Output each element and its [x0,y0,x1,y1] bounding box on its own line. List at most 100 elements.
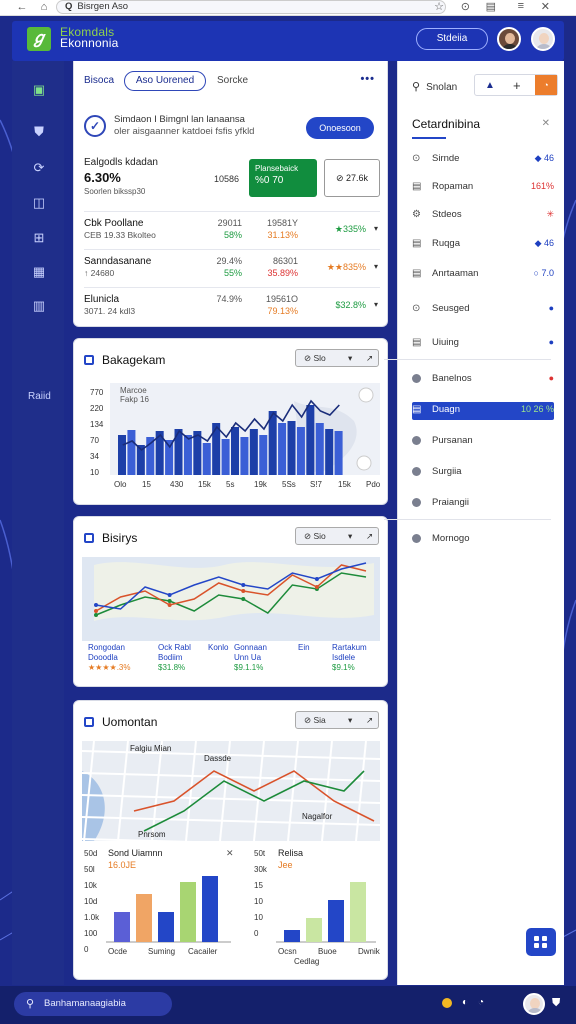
triangle-icon[interactable]: ▲ [485,80,495,91]
map-line-chart[interactable] [74,555,387,641]
city-map[interactable]: Falgiu Mian Dassde Nagalfor Pnrsom [74,741,387,845]
app-logo[interactable]: ℊ [27,27,51,51]
chart-card-1: Bakagekam ⊘ Slo ▾ ↗ 770 220 134 70 34 10 Marcoe F… [73,338,388,505]
panel-list-item[interactable]: ⊙ Sirnde ◆ 46 [412,151,554,169]
expand-icon[interactable]: ↗ [366,715,373,726]
more-options-icon[interactable]: ••• [360,73,375,85]
panel-list-item[interactable]: Praiangii [412,495,554,513]
alert-icon[interactable]: ◔ [535,75,557,95]
tab-basic[interactable]: Bisoca [84,75,114,86]
list-item-label: Seusged [432,303,470,314]
list-item-label: Pursanan [432,435,473,446]
panel-list-item[interactable]: ⚙ Stdeos ✳ [412,207,554,225]
panel-list-item[interactable]: ▤ Ruqga ◆ 46 [412,236,554,254]
segment-control[interactable]: ⊘ Slo ▾ ↗ [295,349,379,367]
data-point [167,599,172,603]
dashboard-icon[interactable]: ▣ [31,83,47,97]
table-row[interactable]: Sanndasanane ↑ 24680 29.4% 55% 86301 35.… [84,249,380,283]
green-stat-box[interactable]: Plansebaick %0 70 [249,159,317,197]
bar-chart-right[interactable]: Relisa Jee 50t 30k 15 10 10 0 Ocsn Buoe Dwnik Cedla… [244,846,384,966]
reader-icon[interactable]: ▤ [486,0,496,13]
weather-icon[interactable] [442,997,452,1008]
expand-icon[interactable]: ↗ [366,531,373,542]
taskbar-avatar[interactable] [523,993,545,1015]
grid-menu-button[interactable] [526,928,556,956]
table-icon[interactable]: ▦ [31,265,47,279]
panel-list-item[interactable]: Mornogo [412,531,554,549]
expand-icon[interactable]: ↗ [366,353,373,364]
label-value: $31.8% [158,663,186,672]
chevron-down-icon[interactable]: ▾ [348,715,352,726]
list-item-value: ◆ 46 [534,153,554,163]
row-col3: ★335% [334,224,366,234]
back-icon[interactable]: ← [14,1,30,13]
rail-label[interactable]: Raiid [28,391,51,402]
row-col2-change: 35.89% [267,268,298,278]
panel-list-item[interactable]: ▤ Anrtaaman ○ 7.0 [412,266,554,284]
segment-control[interactable]: ⊘ Sia ▾ ↗ [295,711,379,729]
shield-icon[interactable]: ⛊ [552,997,560,1010]
account-icon[interactable]: ⊙ [461,0,470,13]
info-banner: ✓ Simdaon I Bimgnl lan lanaansa oler ais… [84,111,380,145]
star-icon[interactable]: ☆ [434,0,444,13]
network-icon[interactable]: ◔ [478,997,484,1008]
chevron-down-icon[interactable]: ▾ [348,353,352,364]
close-icon[interactable]: ✕ [541,0,550,13]
tab-search[interactable]: Sorcke [217,75,248,86]
label-line: Dooodla [88,653,118,662]
bar-chart-left[interactable]: Sond Uiamnn 16.0JE 50d 50l 10k 10d 1.0k 100 0 Ocd… [74,846,239,966]
clock-icon[interactable]: ◐ [462,997,468,1008]
table-row[interactable]: Elunicla 3071. 24 kdl3 74.9% 19561O 79.1… [84,287,380,321]
search-icon: ⚲ [412,81,421,93]
panel-list-item[interactable]: ▤ Ropaman 161% [412,179,554,197]
panel-list-item[interactable]: Surgiia [412,464,554,482]
list-item-icon: ▤ [412,337,422,348]
segment-option[interactable]: ⊘ Sio [304,531,326,542]
panel-list-item[interactable]: Pursanan [412,433,554,451]
shield-icon [84,355,94,365]
panel-search[interactable]: ⚲ Snolan [412,80,457,93]
layers-icon[interactable]: ⟳ [31,161,47,175]
row-dropdown-icon[interactable]: ▾ [374,300,378,309]
panel-list-item[interactable]: Banelnos ● [412,371,554,389]
row-dropdown-icon[interactable]: ▾ [374,224,378,233]
table-row[interactable]: Cbk Poollane CEB 19.33 Bkolteo 29011 58%… [84,211,380,245]
close-icon[interactable]: ✕ [542,118,550,129]
bar [180,882,196,942]
panel-list-item[interactable]: ⊙ Seusged ● [412,301,554,319]
columns-icon[interactable]: ▥ [31,299,47,313]
bar [249,429,258,475]
app-header: ℊ Ekomdals Ekonnonia Stdeiia [12,21,564,61]
row-col2-change: 31.13% [267,230,298,240]
chevron-down-icon[interactable]: ▾ [348,531,352,542]
segment-option[interactable]: ⊘ Sia [304,715,326,726]
shield-icon[interactable]: ⛊ [31,125,47,139]
document-icon[interactable]: ⊞ [31,231,47,245]
user-avatar[interactable] [497,27,521,51]
search-icon: Q [65,1,73,12]
list-item-icon: ▤ [412,238,422,249]
segment-control[interactable]: ⊘ Sio ▾ ↗ [295,527,379,545]
outline-stat-box[interactable]: ⊘ 27.6k [324,159,380,197]
row-dropdown-icon[interactable]: ▾ [374,262,378,271]
profile-avatar[interactable] [531,27,555,51]
studio-button[interactable]: Stdeiia [416,28,488,50]
tab-active[interactable]: Aso Uorened [124,71,206,91]
chart-icon[interactable]: ◫ [31,196,47,210]
row-name: Elunicla [84,294,120,305]
menu-icon[interactable]: ≡ [518,0,524,12]
label-line: Rartakum [332,643,367,652]
taskbar-search[interactable]: ⚲ Banhamanaagiabia [14,992,172,1016]
y-tick-label: 50t [254,849,266,858]
info-action-button[interactable]: Onoesoon [306,117,374,139]
panel-list-item[interactable]: ▤ Uiuing ● [412,335,554,353]
bar-line-chart[interactable]: 770 220 134 70 34 10 MarcoeFakp 16 Olo 15 430 15k 5… [74,381,387,501]
bar [231,427,240,475]
home-icon[interactable]: ⌂ [36,1,52,13]
add-icon[interactable]: + [513,78,521,93]
card-title: Uomontan [84,715,157,729]
label-value: ★★★★.3% [88,663,131,672]
panel-list-item[interactable]: ▤ Duagn 10 26 % [412,402,554,420]
address-bar[interactable]: Q Bisrgen Aso [56,0,446,14]
segment-option[interactable]: ⊘ Slo [304,353,326,364]
